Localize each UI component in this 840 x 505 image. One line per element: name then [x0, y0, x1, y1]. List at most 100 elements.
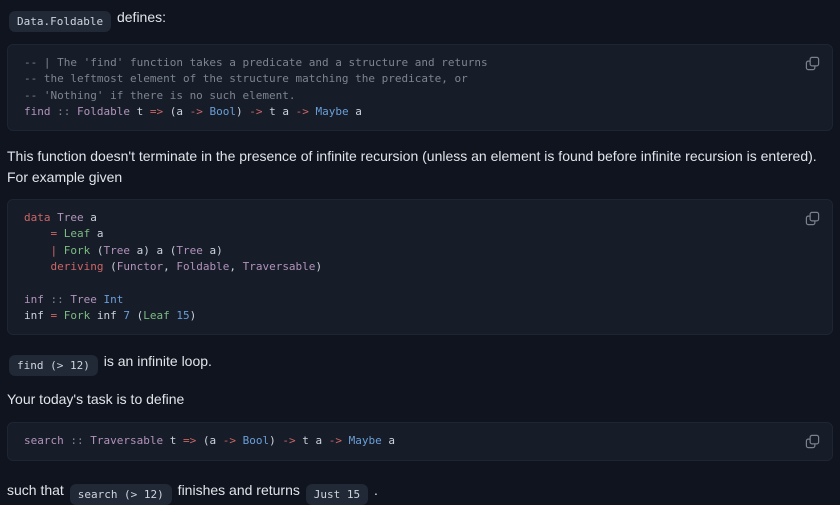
code-line: | Fork (Tree a) a (Tree a): [24, 243, 816, 259]
code-token-plain: inf: [90, 308, 124, 322]
task-line: Your today's task is to define: [7, 388, 833, 410]
code-line: -- the leftmost element of the structure…: [24, 71, 816, 87]
code-token-keyword: ->: [189, 104, 203, 118]
code-line: data Tree a: [24, 210, 816, 226]
code-token-plain: t a: [295, 434, 329, 448]
code-token-type: Foldable: [176, 260, 230, 274]
code-token-type: Traversable: [90, 434, 164, 448]
code-token-type: Foldable: [77, 104, 130, 118]
code-token-type: Tree: [103, 243, 131, 257]
code-token-operator: ::: [57, 104, 71, 118]
code-line: -- 'Nothing' if there is no such element…: [24, 88, 816, 104]
code-token-literal: Bool: [242, 434, 270, 448]
copy-code-button[interactable]: [801, 207, 823, 229]
code-block-search-signature: search :: Traversable t => (a -> Bool) -…: [7, 422, 833, 461]
code-token-type: find: [24, 104, 51, 118]
code-content: -- | The 'find' function takes a predica…: [24, 55, 816, 120]
code-token-operator: ::: [70, 434, 84, 448]
code-token-constructor: Fork: [63, 243, 91, 257]
inline-code: Just 15: [305, 483, 369, 505]
text-run: This function doesn't terminate in the p…: [7, 148, 817, 165]
text-run: finishes and returns: [173, 481, 304, 498]
code-token-plain: t: [129, 104, 150, 118]
code-token-plain: a: [90, 227, 104, 241]
code-token-constructor: Fork: [63, 308, 91, 322]
code-token-keyword: ->: [222, 434, 236, 448]
code-token-plain: a: [83, 211, 97, 225]
code-token-plain: ): [315, 260, 323, 274]
code-token-plain: ,: [163, 260, 177, 274]
code-token-type: inf: [24, 292, 44, 306]
code-token-plain: t: [163, 434, 183, 448]
code-token-literal: 7: [123, 308, 130, 322]
code-token-plain: a: [381, 434, 395, 448]
code-token-keyword: deriving: [50, 260, 104, 274]
code-token-constructor: Leaf: [63, 227, 91, 241]
code-token-plain: (a: [196, 434, 223, 448]
code-token-literal: Maybe: [315, 104, 349, 118]
code-token-comment: -- 'Nothing' if there is no such element…: [24, 88, 296, 102]
copy-code-button[interactable]: [801, 430, 823, 452]
code-token-comment: -- the leftmost element of the structure…: [24, 72, 468, 86]
code-token-plain: ): [269, 434, 283, 448]
code-token-plain: t a: [262, 104, 296, 118]
code-token-plain: a: [348, 104, 362, 118]
such-that-line: such that search (> 12) finishes and ret…: [7, 479, 833, 505]
code-token-plain: ): [235, 104, 250, 118]
code-content: search :: Traversable t => (a -> Bool) -…: [24, 433, 816, 449]
code-token-plain: a) a (: [130, 243, 177, 257]
code-token-keyword: ->: [249, 104, 263, 118]
code-block-find-signature: -- | The 'find' function takes a predica…: [7, 44, 833, 132]
code-line: = Leaf a: [24, 226, 816, 242]
copy-icon: [805, 211, 819, 225]
code-token-keyword: ->: [328, 434, 342, 448]
code-line: search :: Traversable t => (a -> Bool) -…: [24, 433, 816, 449]
code-token-plain: inf: [24, 308, 51, 322]
code-line: find :: Foldable t => (a -> Bool) -> t a…: [24, 104, 816, 120]
inline-code: search (> 12): [69, 483, 172, 505]
code-token-plain: (: [103, 260, 117, 274]
text-run: defines:: [113, 9, 167, 25]
text-run: .: [370, 481, 378, 498]
inline-code: Data.Foldable: [9, 11, 112, 32]
paragraph-infinite-recursion: This function doesn't terminate in the p…: [7, 146, 833, 187]
code-line: inf :: Tree Int: [24, 292, 816, 308]
code-token-type: search: [24, 434, 64, 448]
code-token-plain: (a: [163, 104, 190, 118]
text-run: For example given: [7, 168, 123, 185]
inline-code: find (> 12): [9, 355, 98, 377]
code-line: deriving (Functor, Foldable, Traversable…: [24, 259, 816, 275]
code-token-operator: ::: [50, 292, 64, 306]
code-line: inf = Fork inf 7 (Leaf 15): [24, 308, 816, 324]
code-token-plain: (: [130, 308, 144, 322]
infinite-loop-line: find (> 12) is an infinite loop.: [7, 350, 833, 377]
code-token-literal: Maybe: [348, 434, 382, 448]
code-token-comment: -- | The 'find' function takes a predica…: [24, 56, 488, 69]
code-token-keyword: ->: [282, 434, 296, 448]
text-run: such that: [7, 481, 68, 498]
paragraph-line: This function doesn't terminate in the p…: [7, 146, 833, 167]
intro-line: Data.Foldable defines:: [7, 6, 833, 32]
copy-icon: [805, 56, 819, 70]
copy-code-button[interactable]: [801, 52, 823, 74]
code-token-type: Traversable: [242, 260, 316, 274]
code-token-type: Tree: [57, 211, 84, 225]
code-token-constructor: Leaf: [143, 308, 170, 322]
code-token-keyword: =>: [149, 104, 164, 118]
text-run: is an infinite loop.: [99, 353, 212, 370]
code-content: data Tree a = Leaf a | Fork (Tree a) a (…: [24, 210, 816, 324]
code-token-keyword: ->: [295, 104, 309, 118]
code-token-keyword: =>: [182, 434, 197, 448]
code-token-plain: (: [90, 243, 104, 257]
code-token-plain: a): [202, 243, 223, 257]
